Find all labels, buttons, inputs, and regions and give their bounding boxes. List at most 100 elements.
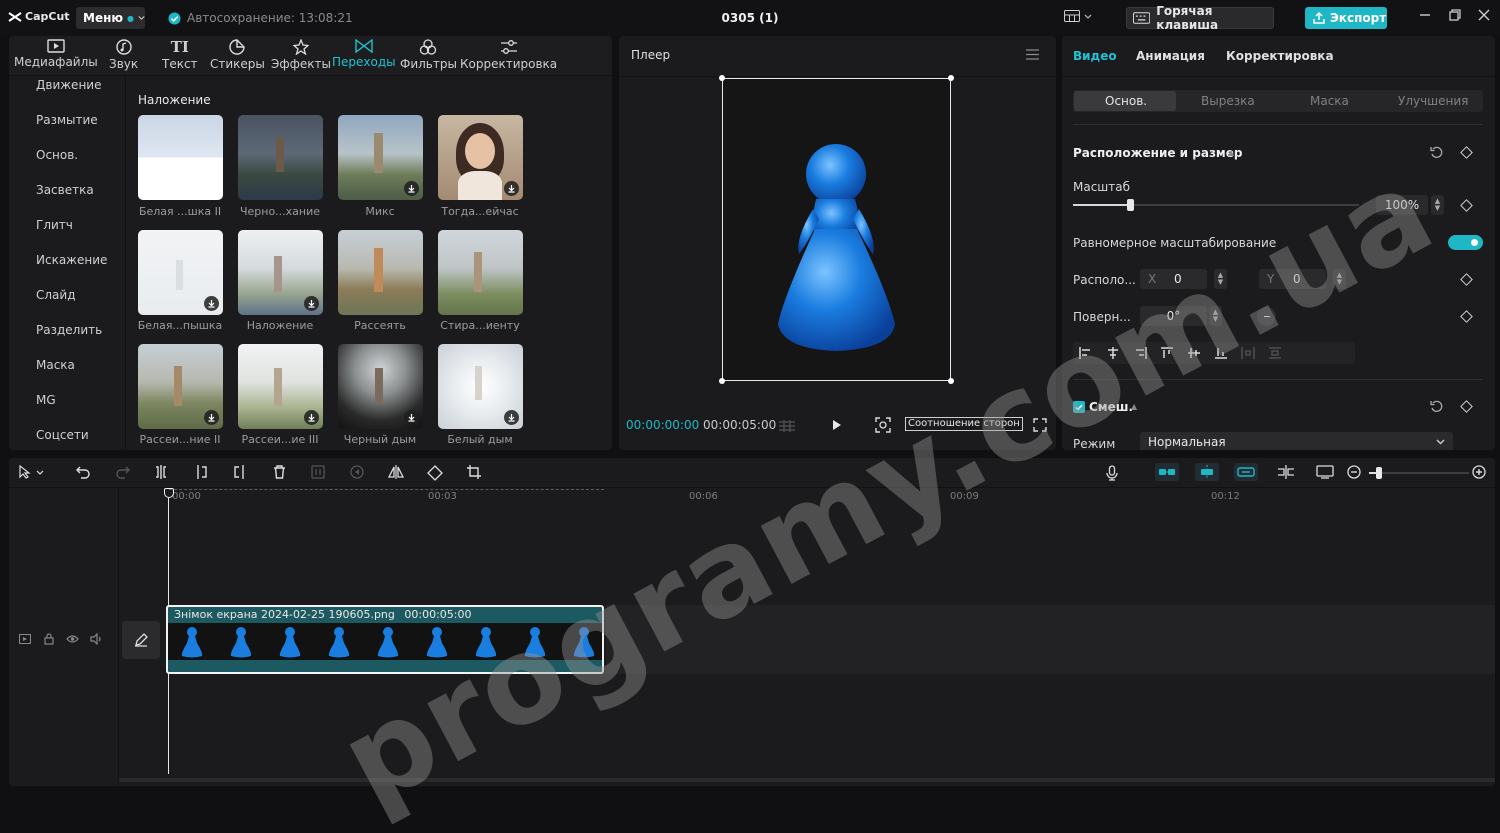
preview-canvas[interactable] (719, 75, 954, 384)
tool-effects[interactable]: Эффекты (271, 39, 331, 71)
collapse-icon[interactable]: ▲ (1228, 148, 1234, 157)
download-icon[interactable] (504, 181, 519, 196)
fullscreen-icon[interactable] (1033, 418, 1047, 432)
timeline-grid-icon[interactable] (778, 420, 796, 432)
split-left-icon[interactable] (195, 465, 207, 479)
subtab-enhance[interactable]: Улучшения (1398, 94, 1468, 108)
transition-tile[interactable] (438, 115, 523, 200)
download-icon[interactable] (304, 410, 319, 425)
edit-cover-button[interactable] (122, 621, 160, 659)
scale-input[interactable]: 100% (1376, 195, 1428, 215)
export-button[interactable]: Экспорт (1305, 7, 1387, 29)
video-clip[interactable]: Знімок екрана 2024-02-25 190605.png 00:0… (166, 605, 604, 674)
download-icon[interactable] (404, 181, 419, 196)
category-item[interactable]: Искажение (36, 253, 107, 267)
transition-tile[interactable] (338, 344, 423, 429)
close-icon[interactable] (1478, 9, 1490, 21)
link-icon[interactable] (1234, 463, 1258, 481)
transition-tile[interactable] (238, 230, 323, 315)
split-right-icon[interactable] (234, 465, 246, 479)
mirror-icon[interactable] (388, 465, 404, 479)
eye-icon[interactable] (66, 634, 79, 644)
play-icon[interactable] (832, 419, 842, 431)
reset-icon[interactable] (1430, 146, 1443, 159)
restore-icon[interactable] (1449, 9, 1461, 21)
player-menu-icon[interactable] (1026, 49, 1039, 60)
x-stepper[interactable]: ▲ ▼ (1214, 269, 1227, 289)
download-icon[interactable] (204, 296, 219, 311)
category-item[interactable]: Засветка (36, 183, 94, 197)
tool-stickers[interactable]: Стикеры (210, 39, 265, 71)
download-icon[interactable] (504, 410, 519, 425)
collapse-icon[interactable]: ▲ (1131, 402, 1137, 411)
main-track-magnet-icon[interactable] (1155, 463, 1179, 481)
transition-tile[interactable] (338, 115, 423, 200)
tool-media[interactable]: Медиафайлы (14, 39, 98, 69)
transition-tile[interactable] (138, 115, 223, 200)
subtab-cutout[interactable]: Вырезка (1201, 94, 1255, 108)
zoom-in-icon[interactable] (1472, 465, 1486, 479)
tool-filters[interactable]: Фильтры (400, 39, 457, 71)
category-item[interactable]: MG (36, 393, 56, 407)
split-icon[interactable] (155, 465, 167, 479)
microphone-icon[interactable] (1106, 465, 1118, 481)
fit-screen-icon[interactable] (875, 417, 891, 433)
category-item[interactable]: Глитч (36, 218, 73, 232)
transition-tile[interactable] (238, 344, 323, 429)
audio-mute-icon[interactable] (90, 633, 103, 645)
tool-adjust[interactable]: Корректировка (460, 39, 557, 71)
transition-tile[interactable] (438, 344, 523, 429)
rotation-dial[interactable] (1257, 307, 1276, 326)
preview-axis-icon[interactable] (1277, 465, 1295, 479)
keyframe-icon[interactable] (1460, 199, 1473, 212)
position-y-input[interactable]: Y 0 (1259, 269, 1326, 289)
playhead[interactable] (164, 488, 174, 498)
keyframe-icon[interactable] (1460, 146, 1473, 159)
scale-stepper[interactable]: ▲ ▼ (1431, 195, 1444, 215)
horizontal-scrollbar[interactable] (119, 778, 1495, 782)
download-icon[interactable] (304, 296, 319, 311)
thumbnail-icon[interactable] (1316, 465, 1334, 479)
reset-icon[interactable] (1430, 400, 1443, 413)
subtab-mask[interactable]: Маска (1310, 94, 1349, 108)
blend-mode-select[interactable]: Нормальная (1140, 432, 1453, 450)
rotation-input[interactable]: 0° (1140, 306, 1207, 326)
minimize-icon[interactable] (1419, 9, 1431, 21)
track-cover-icon[interactable] (19, 634, 31, 644)
category-item[interactable]: Движение (36, 78, 101, 92)
category-item[interactable]: Соцсети (36, 428, 89, 442)
category-item[interactable]: Размытие (36, 113, 98, 127)
undo-icon[interactable] (76, 465, 90, 479)
transition-tile[interactable] (438, 230, 523, 315)
position-x-input[interactable]: X 0 (1140, 269, 1207, 289)
transition-tile[interactable] (338, 230, 423, 315)
download-icon[interactable] (404, 410, 419, 425)
keyframe-icon[interactable] (1460, 273, 1473, 286)
download-icon[interactable] (204, 410, 219, 425)
rotation-stepper[interactable]: ▲ ▼ (1209, 306, 1222, 326)
scale-slider[interactable] (1073, 199, 1359, 211)
keyframe-icon[interactable] (1460, 400, 1473, 413)
hotkey-button[interactable]: Горячая клавиша (1126, 4, 1274, 32)
tool-audio[interactable]: Звук (109, 39, 138, 71)
tab-video[interactable]: Видео (1073, 49, 1117, 63)
menu-button[interactable]: Меню ● (76, 7, 145, 29)
aspect-ratio-button[interactable]: Соотношение сторон (905, 417, 1023, 431)
category-item[interactable]: Основ. (36, 148, 78, 162)
zoom-slider[interactable] (1369, 467, 1469, 479)
transition-tile[interactable] (238, 115, 323, 200)
layout-button[interactable] (1064, 10, 1092, 22)
category-item[interactable]: Слайд (36, 288, 76, 302)
keyframe-icon[interactable] (1460, 310, 1473, 323)
uniform-scale-toggle[interactable] (1448, 235, 1483, 250)
transition-tile[interactable] (138, 230, 223, 315)
auto-snap-icon[interactable] (1195, 463, 1219, 481)
y-stepper[interactable]: ▲ ▼ (1333, 269, 1346, 289)
zoom-out-icon[interactable] (1347, 465, 1361, 479)
tool-text[interactable]: TI Текст (162, 39, 198, 71)
transition-tile[interactable] (138, 344, 223, 429)
tab-animation[interactable]: Анимация (1136, 49, 1205, 63)
subtab-basic[interactable]: Основ. (1105, 94, 1147, 108)
tab-adjust[interactable]: Корректировка (1226, 49, 1334, 63)
delete-icon[interactable] (273, 465, 286, 479)
